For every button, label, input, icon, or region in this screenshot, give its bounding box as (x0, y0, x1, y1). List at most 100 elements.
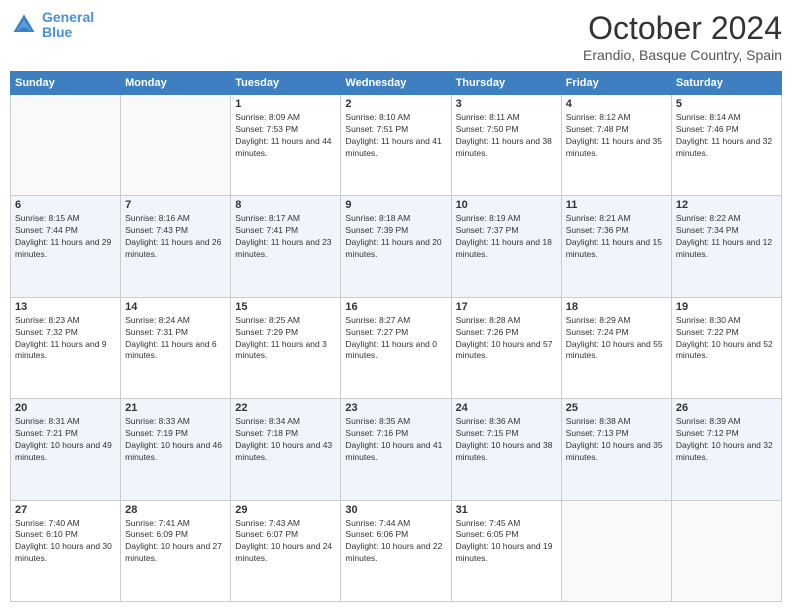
day-info: Sunrise: 8:15 AMSunset: 7:44 PMDaylight:… (15, 213, 116, 261)
day-number: 29 (235, 504, 336, 516)
day-info: Sunrise: 8:34 AMSunset: 7:18 PMDaylight:… (235, 416, 336, 464)
calendar-cell: 7 Sunrise: 8:16 AMSunset: 7:43 PMDaylight… (121, 196, 231, 297)
day-number: 7 (125, 199, 226, 211)
day-number: 15 (235, 301, 336, 313)
day-number: 12 (676, 199, 777, 211)
calendar-week-2: 6 Sunrise: 8:15 AMSunset: 7:44 PMDaylight… (11, 196, 782, 297)
calendar-cell: 25 Sunrise: 8:38 AMSunset: 7:13 PMDayligh… (561, 399, 671, 500)
day-number: 26 (676, 402, 777, 414)
day-info: Sunrise: 8:11 AMSunset: 7:50 PMDaylight:… (456, 112, 557, 160)
calendar-cell: 10 Sunrise: 8:19 AMSunset: 7:37 PMDayligh… (451, 196, 561, 297)
day-info: Sunrise: 7:45 AMSunset: 6:05 PMDaylight:… (456, 518, 557, 566)
day-info: Sunrise: 8:19 AMSunset: 7:37 PMDaylight:… (456, 213, 557, 261)
calendar-cell: 18 Sunrise: 8:29 AMSunset: 7:24 PMDayligh… (561, 297, 671, 398)
day-number: 17 (456, 301, 557, 313)
calendar-cell (11, 95, 121, 196)
day-info: Sunrise: 8:38 AMSunset: 7:13 PMDaylight:… (566, 416, 667, 464)
calendar-cell: 31 Sunrise: 7:45 AMSunset: 6:05 PMDayligh… (451, 500, 561, 601)
logo-text: General Blue (42, 10, 94, 41)
calendar-week-4: 20 Sunrise: 8:31 AMSunset: 7:21 PMDayligh… (11, 399, 782, 500)
weekday-header-sunday: Sunday (11, 72, 121, 95)
calendar-cell: 9Sunrise: 8:18 AMSunset: 7:39 PMDaylight… (341, 196, 451, 297)
day-info: Sunrise: 8:23 AMSunset: 7:32 PMDaylight:… (15, 315, 116, 363)
day-info: Sunrise: 8:21 AMSunset: 7:36 PMDaylight:… (566, 213, 667, 261)
logo-line2: Blue (42, 24, 72, 40)
day-info: Sunrise: 8:09 AMSunset: 7:53 PMDaylight:… (235, 112, 336, 160)
calendar-cell: 14Sunrise: 8:24 AMSunset: 7:31 PMDayligh… (121, 297, 231, 398)
day-info: Sunrise: 8:25 AMSunset: 7:29 PMDaylight:… (235, 315, 336, 363)
day-info: Sunrise: 8:29 AMSunset: 7:24 PMDaylight:… (566, 315, 667, 363)
day-info: Sunrise: 8:36 AMSunset: 7:15 PMDaylight:… (456, 416, 557, 464)
day-number: 4 (566, 98, 667, 110)
calendar-cell: 21 Sunrise: 8:33 AMSunset: 7:19 PMDayligh… (121, 399, 231, 500)
day-number: 24 (456, 402, 557, 414)
calendar-cell (671, 500, 781, 601)
calendar-cell: 29 Sunrise: 7:43 AMSunset: 6:07 PMDayligh… (231, 500, 341, 601)
day-info: Sunrise: 8:35 AMSunset: 7:16 PMDaylight:… (345, 416, 446, 464)
calendar-cell: 27 Sunrise: 7:40 AMSunset: 6:10 PMDayligh… (11, 500, 121, 601)
calendar-table: SundayMondayTuesdayWednesdayThursdayFrid… (10, 71, 782, 602)
day-info: Sunrise: 8:33 AMSunset: 7:19 PMDaylight:… (125, 416, 226, 464)
title-area: October 2024 Erandio, Basque Country, Sp… (583, 10, 782, 63)
calendar-cell: 24 Sunrise: 8:36 AMSunset: 7:15 PMDayligh… (451, 399, 561, 500)
calendar-cell: 3 Sunrise: 8:11 AMSunset: 7:50 PMDaylight… (451, 95, 561, 196)
calendar-cell: 15 Sunrise: 8:25 AMSunset: 7:29 PMDayligh… (231, 297, 341, 398)
calendar-cell: 16Sunrise: 8:27 AMSunset: 7:27 PMDayligh… (341, 297, 451, 398)
logo-line1: General (42, 9, 94, 25)
calendar-cell: 20 Sunrise: 8:31 AMSunset: 7:21 PMDayligh… (11, 399, 121, 500)
calendar-cell (561, 500, 671, 601)
weekday-header-friday: Friday (561, 72, 671, 95)
day-number: 11 (566, 199, 667, 211)
calendar-cell (121, 95, 231, 196)
day-number: 25 (566, 402, 667, 414)
calendar-cell: 11 Sunrise: 8:21 AMSunset: 7:36 PMDayligh… (561, 196, 671, 297)
logo: General Blue (10, 10, 94, 41)
day-number: 2 (345, 98, 446, 110)
day-info: Sunrise: 8:31 AMSunset: 7:21 PMDaylight:… (15, 416, 116, 464)
calendar-cell: 4Sunrise: 8:12 AMSunset: 7:48 PMDaylight… (561, 95, 671, 196)
day-number: 9 (345, 199, 446, 211)
weekday-header-wednesday: Wednesday (341, 72, 451, 95)
day-number: 3 (456, 98, 557, 110)
calendar-cell: 22 Sunrise: 8:34 AMSunset: 7:18 PMDayligh… (231, 399, 341, 500)
day-number: 20 (15, 402, 116, 414)
day-info: Sunrise: 7:44 AMSunset: 6:06 PMDaylight:… (345, 518, 446, 566)
weekday-header-row: SundayMondayTuesdayWednesdayThursdayFrid… (11, 72, 782, 95)
day-number: 8 (235, 199, 336, 211)
day-number: 1 (235, 98, 336, 110)
day-number: 31 (456, 504, 557, 516)
day-number: 10 (456, 199, 557, 211)
calendar-cell: 5 Sunrise: 8:14 AMSunset: 7:46 PMDaylight… (671, 95, 781, 196)
calendar-cell: 19Sunrise: 8:30 AMSunset: 7:22 PMDayligh… (671, 297, 781, 398)
day-info: Sunrise: 7:40 AMSunset: 6:10 PMDaylight:… (15, 518, 116, 566)
day-number: 27 (15, 504, 116, 516)
day-info: Sunrise: 8:17 AMSunset: 7:41 PMDaylight:… (235, 213, 336, 261)
logo-icon (10, 11, 38, 39)
day-info: Sunrise: 8:16 AMSunset: 7:43 PMDaylight:… (125, 213, 226, 261)
day-number: 22 (235, 402, 336, 414)
calendar-cell: 6 Sunrise: 8:15 AMSunset: 7:44 PMDaylight… (11, 196, 121, 297)
day-number: 5 (676, 98, 777, 110)
day-info: Sunrise: 8:10 AMSunset: 7:51 PMDaylight:… (345, 112, 446, 160)
weekday-header-saturday: Saturday (671, 72, 781, 95)
day-number: 30 (345, 504, 446, 516)
day-number: 6 (15, 199, 116, 211)
day-number: 21 (125, 402, 226, 414)
calendar-week-1: 1 Sunrise: 8:09 AMSunset: 7:53 PMDaylight… (11, 95, 782, 196)
page: General Blue October 2024 Erandio, Basqu… (0, 0, 792, 612)
calendar-cell: 8 Sunrise: 8:17 AMSunset: 7:41 PMDaylight… (231, 196, 341, 297)
day-info: Sunrise: 7:43 AMSunset: 6:07 PMDaylight:… (235, 518, 336, 566)
day-number: 13 (15, 301, 116, 313)
day-number: 18 (566, 301, 667, 313)
month-title: October 2024 (583, 10, 782, 47)
day-info: Sunrise: 8:14 AMSunset: 7:46 PMDaylight:… (676, 112, 777, 160)
calendar-cell: 26 Sunrise: 8:39 AMSunset: 7:12 PMDayligh… (671, 399, 781, 500)
day-info: Sunrise: 8:39 AMSunset: 7:12 PMDaylight:… (676, 416, 777, 464)
calendar-cell: 28Sunrise: 7:41 AMSunset: 6:09 PMDayligh… (121, 500, 231, 601)
day-info: Sunrise: 8:28 AMSunset: 7:26 PMDaylight:… (456, 315, 557, 363)
weekday-header-monday: Monday (121, 72, 231, 95)
day-number: 16 (345, 301, 446, 313)
day-info: Sunrise: 8:30 AMSunset: 7:22 PMDaylight:… (676, 315, 777, 363)
day-number: 14 (125, 301, 226, 313)
day-info: Sunrise: 8:22 AMSunset: 7:34 PMDaylight:… (676, 213, 777, 261)
